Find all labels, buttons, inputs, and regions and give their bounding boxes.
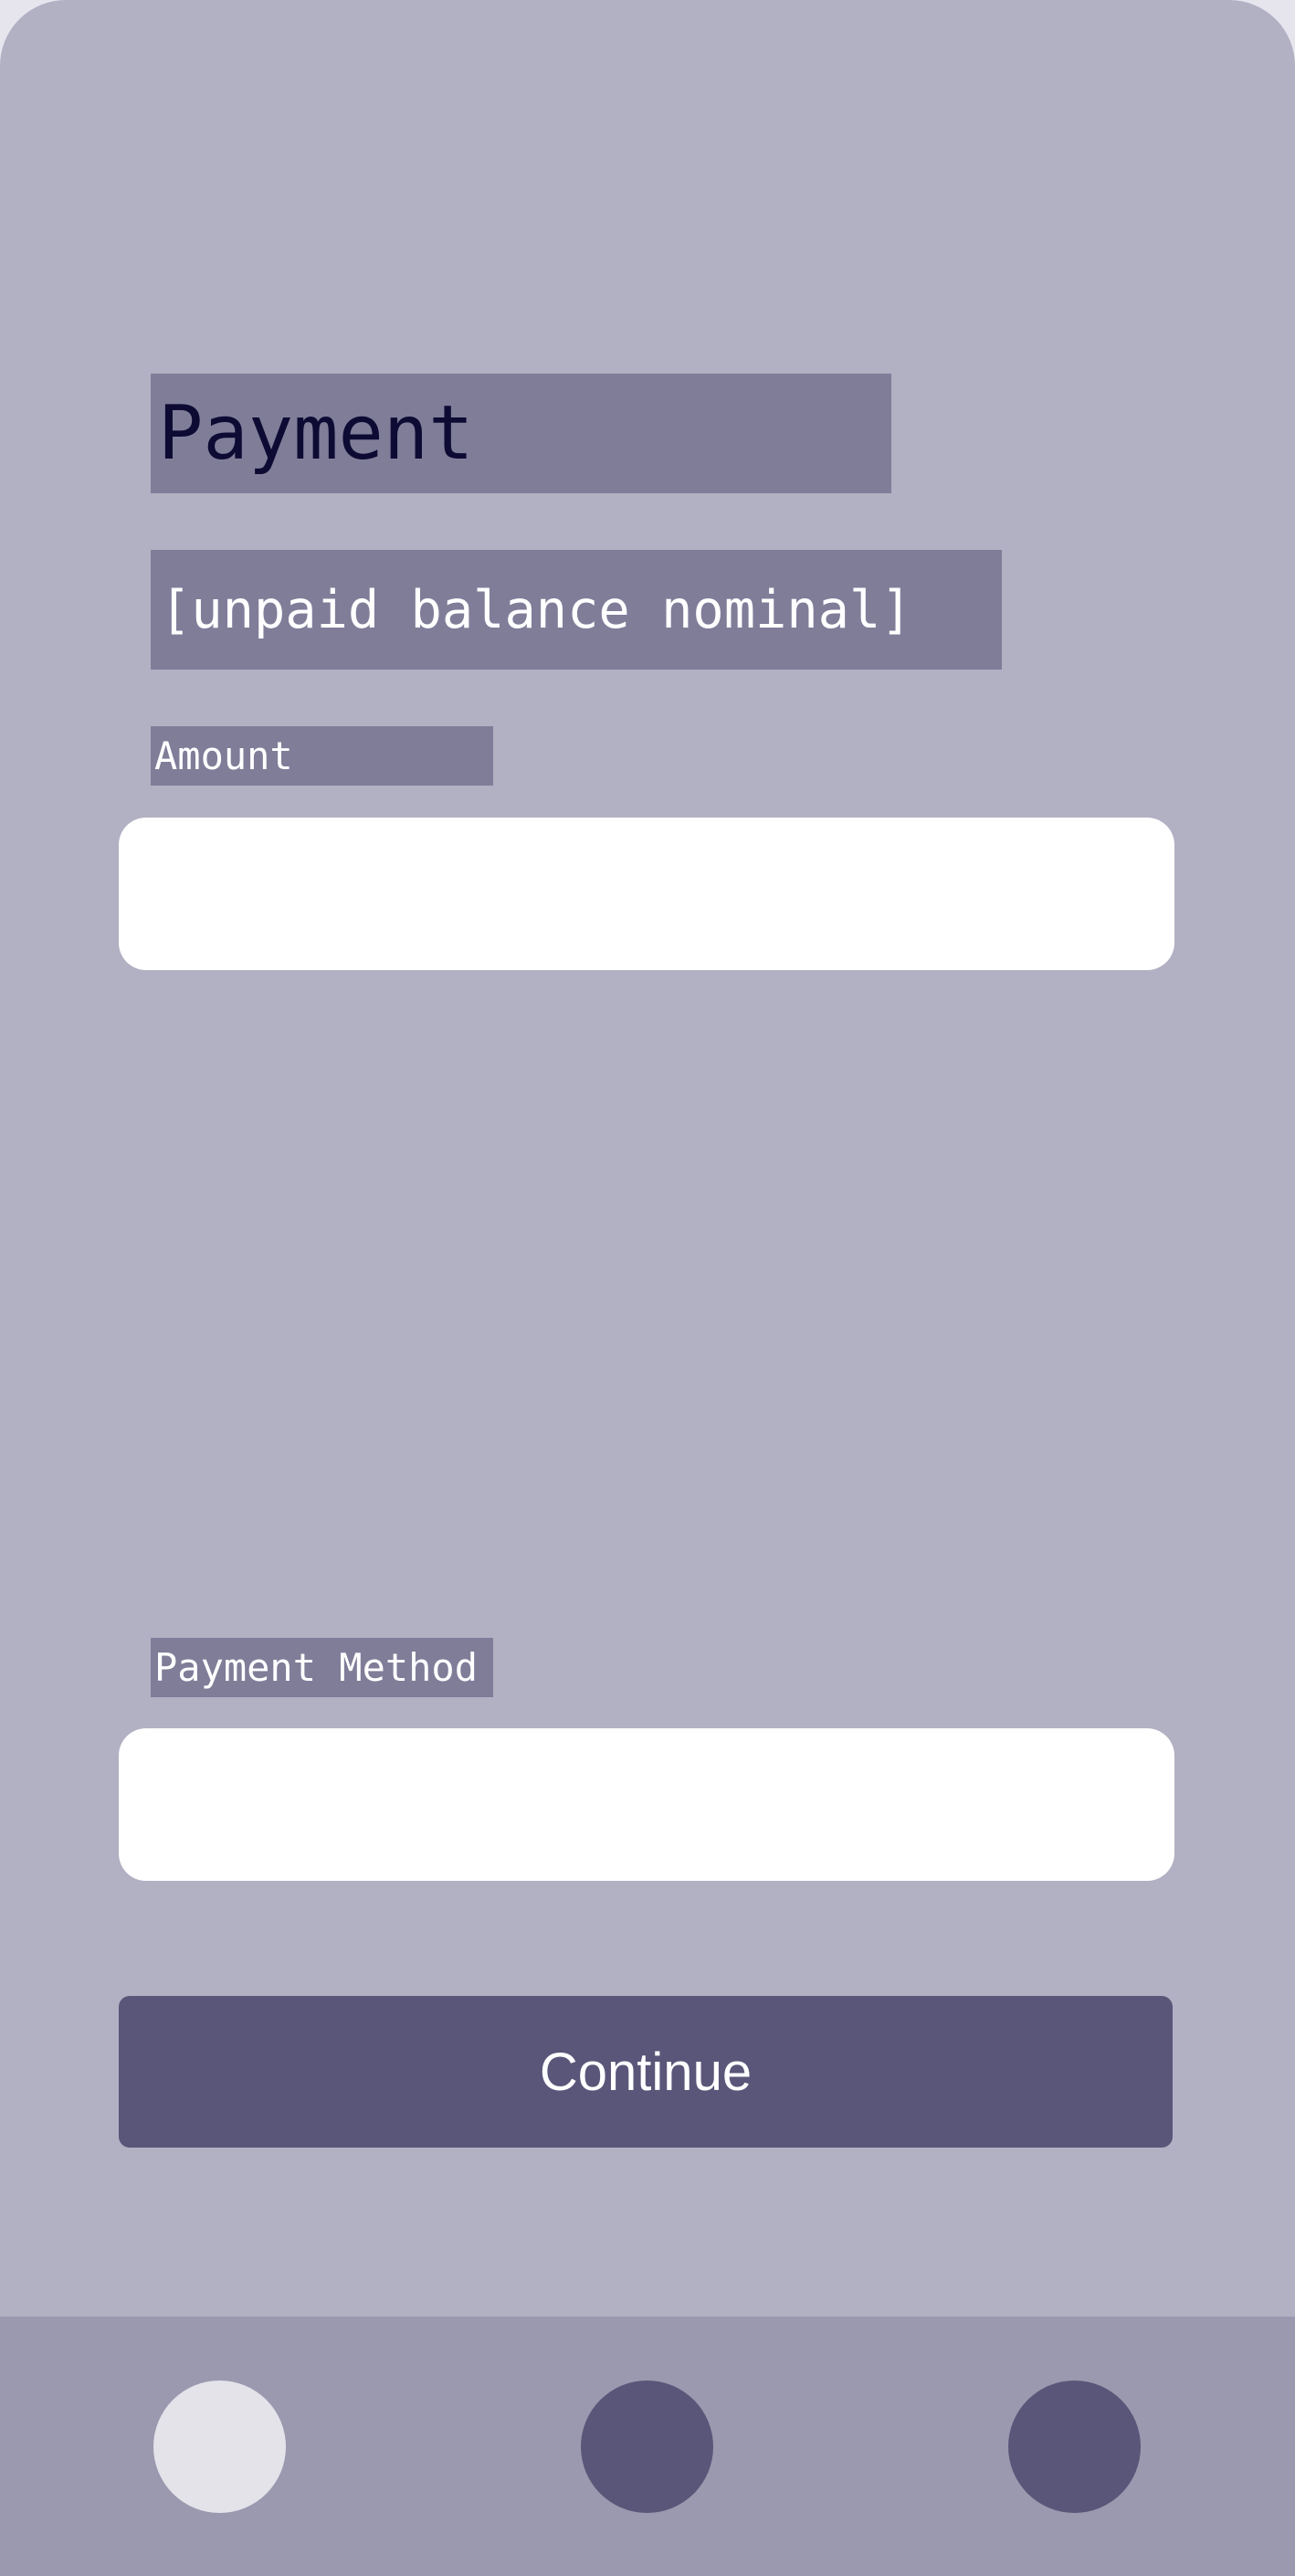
nav-item-1-icon[interactable]: [153, 2381, 286, 2513]
payment-method-label: Payment Method: [151, 1638, 493, 1697]
amount-label: Amount: [151, 726, 493, 786]
payment-screen: Payment [unpaid balance nominal] Amount …: [0, 0, 1295, 2576]
bottom-navigation: [0, 2317, 1295, 2576]
nav-item-3-icon[interactable]: [1008, 2381, 1141, 2513]
payment-method-input[interactable]: [119, 1728, 1174, 1881]
balance-subtitle: [unpaid balance nominal]: [151, 550, 1002, 670]
continue-button[interactable]: Continue: [119, 1996, 1173, 2148]
amount-input[interactable]: [119, 818, 1174, 970]
nav-item-2-icon[interactable]: [581, 2381, 713, 2513]
page-title: Payment: [151, 374, 891, 493]
